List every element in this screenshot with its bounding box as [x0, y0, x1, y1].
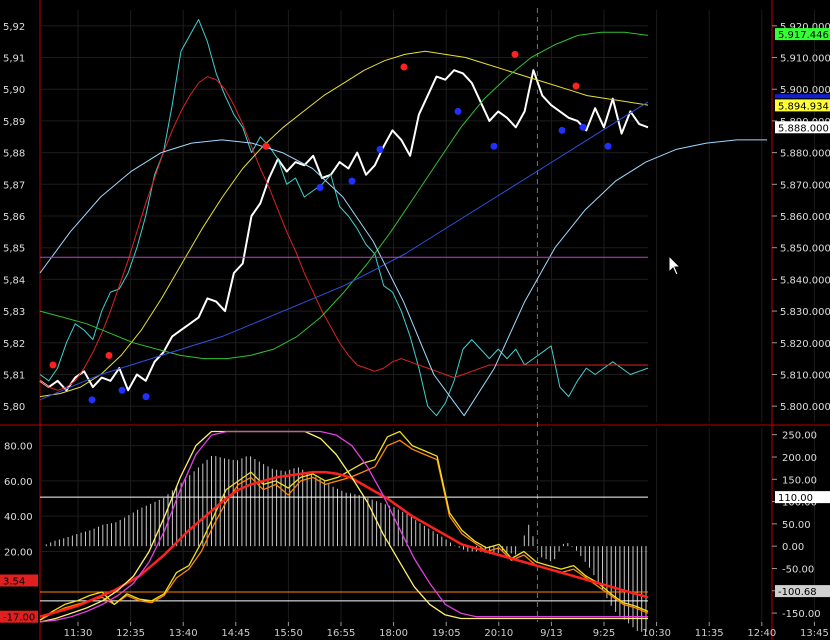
price-tick-label-left: 5,88	[3, 149, 25, 160]
price-tick-label-right: 5.870.000	[780, 180, 830, 191]
price-tick-label-right: 5.910.000	[780, 54, 830, 65]
price-tick-label-left: 5,85	[3, 244, 25, 255]
price-value-text: 5.917.446	[778, 30, 829, 41]
price-tick-label-right: 5.800.000	[780, 402, 830, 413]
x-tick-label: 19:05	[432, 628, 461, 639]
buy-signal-dot	[490, 142, 498, 150]
sell-signal-dot	[105, 351, 113, 359]
osc-right-tick-label: 150.00	[782, 475, 817, 486]
price-tick-label-left: 5,86	[3, 212, 25, 223]
buy-signal-dot	[88, 396, 96, 404]
buy-signal-dot	[142, 393, 150, 401]
buy-signal-dot	[558, 126, 566, 134]
buy-signal-dot	[118, 386, 126, 394]
x-tick-label: 20:10	[484, 628, 513, 639]
price-tick-label-right: 5.830.000	[780, 307, 830, 318]
price-tick-label-right: 5.820.000	[780, 339, 830, 350]
price-tick-label-right: 5.880.000	[780, 149, 830, 160]
buy-signal-dot	[348, 177, 356, 185]
osc-right-tick-label: 50.00	[782, 520, 811, 531]
price-tick-label-left: 5,90	[3, 85, 25, 96]
osc-value-text: -100.68	[778, 587, 817, 598]
price-tick-label-left: 5,84	[3, 275, 25, 286]
x-tick-label: 18:00	[379, 628, 408, 639]
price-tick-label-right: 5.860.000	[780, 212, 830, 223]
osc-value-text: -17.00	[3, 613, 35, 624]
sell-signal-dot	[49, 361, 57, 369]
x-tick-label: 12:40	[747, 628, 776, 639]
osc-left-tick-label: 40.00	[4, 512, 33, 523]
price-value-text: 5.888.000	[778, 123, 829, 134]
x-tick-label: 9:25	[593, 628, 615, 639]
price-tick-label-left: 5,82	[3, 339, 25, 350]
price-tick-label-right: 5.810.000	[780, 370, 830, 381]
osc-right-tick-label: 0.00	[782, 542, 804, 553]
buy-signal-dot	[316, 183, 324, 191]
price-tick-label-right: 5.840.000	[780, 275, 830, 286]
price-tick-label-left: 5,81	[3, 370, 25, 381]
osc-right-tick-label: 250.00	[782, 431, 817, 442]
x-tick-label: 16:55	[327, 628, 356, 639]
price-tick-label-left: 5,87	[3, 180, 25, 191]
buy-signal-dot	[579, 123, 587, 131]
osc-right-tick-label: 200.00	[782, 453, 817, 464]
price-tick-label-left: 5,92	[3, 22, 25, 33]
price-tick-label-left: 5,89	[3, 117, 25, 128]
sell-signal-dot	[400, 63, 408, 71]
buy-signal-dot	[604, 142, 612, 150]
x-tick-label: 12:35	[116, 628, 145, 639]
osc-left-tick-label: 60.00	[4, 477, 33, 488]
osc-right-tick-label: -50.00	[782, 564, 814, 575]
mouse-pointer-icon	[668, 255, 682, 276]
buy-signal-dot	[376, 145, 384, 153]
x-tick-label: 11:35	[695, 628, 724, 639]
price-tick-label-right: 5.850.000	[780, 244, 830, 255]
buy-signal-dot	[454, 107, 462, 115]
osc-left-tick-label: 80.00	[4, 442, 33, 453]
price-tick-label-left: 5,91	[3, 54, 25, 65]
x-tick-label: 11:30	[64, 628, 93, 639]
sell-signal-dot	[262, 142, 270, 150]
price-tick-label-left: 5,83	[3, 307, 25, 318]
sell-signal-dot	[572, 82, 580, 90]
osc-value-text: 110.00	[778, 493, 813, 504]
x-tick-label: 13:45	[800, 628, 829, 639]
price-tick-label-left: 5,80	[3, 402, 25, 413]
osc-left-tick-label: 20.00	[4, 547, 33, 558]
sell-signal-dot	[511, 50, 519, 58]
x-tick-label: 14:45	[221, 628, 250, 639]
blue-level-strip	[775, 94, 830, 99]
x-tick-label: 15:50	[274, 628, 303, 639]
x-tick-label: 13:40	[169, 628, 198, 639]
osc-right-tick-label: -150.00	[782, 609, 821, 620]
x-tick-label: 10:30	[642, 628, 671, 639]
osc-value-text: 3.54	[3, 576, 25, 587]
price-value-text: 5.894.934	[778, 101, 829, 112]
x-tick-label: 9/13	[540, 628, 562, 639]
trading-chart[interactable]: 11:30 12:35 13:40 14:45 15:50 16:55 18:00 19:05…	[0, 0, 830, 640]
